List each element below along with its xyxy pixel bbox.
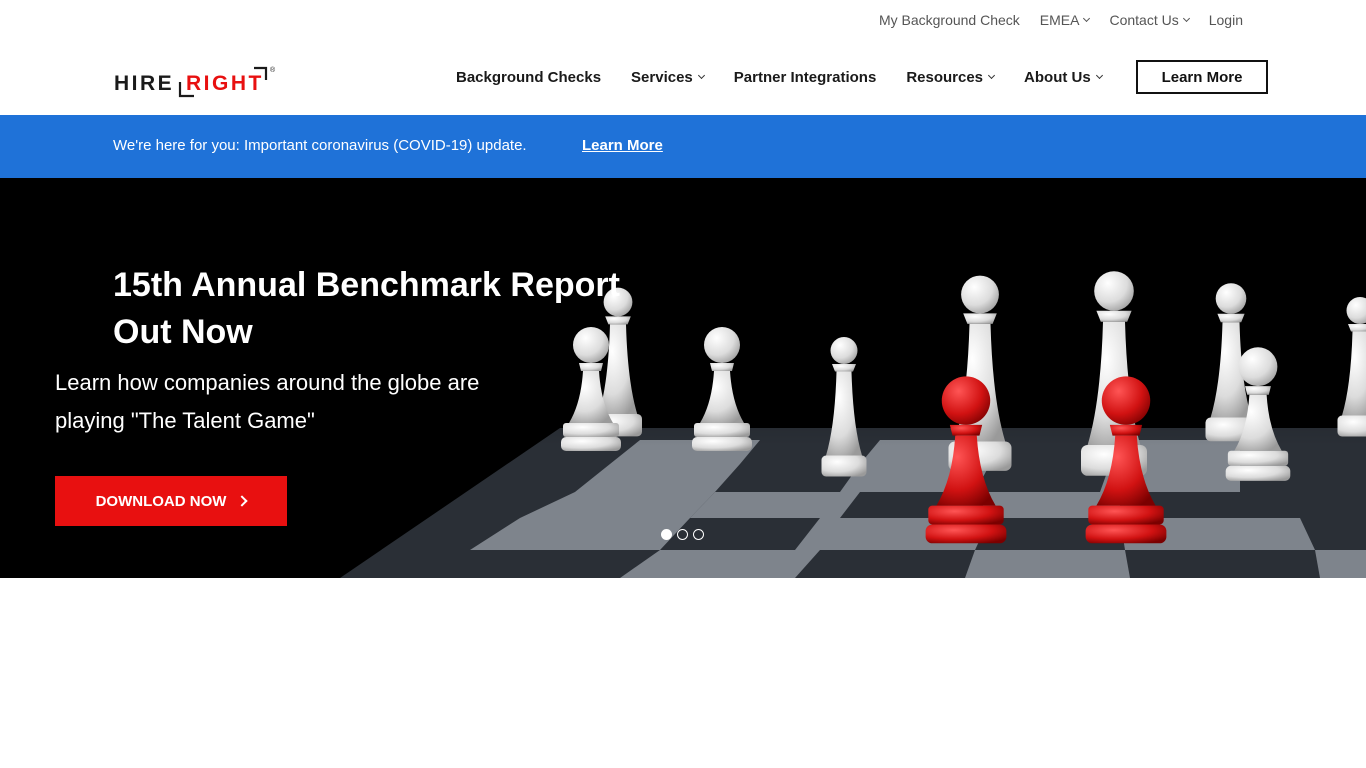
utility-link-login[interactable]: Login [1209,12,1243,28]
main-header: HIRE RIGHT ® Background Checks Services … [0,42,1366,115]
nav-item-about-us[interactable]: About Us [1024,69,1103,86]
chevron-down-icon [1083,14,1091,23]
chevron-down-icon [987,71,996,80]
hero-subtitle: Learn how companies around the globe are… [55,370,480,433]
carousel-dot-1[interactable] [661,529,672,540]
carousel-dots [661,529,704,540]
nav-item-services[interactable]: Services [631,69,705,86]
nav-item-background-checks[interactable]: Background Checks [456,69,601,86]
alert-text: We're here for you: Important coronaviru… [113,137,527,154]
hireright-logo[interactable]: HIRE RIGHT ® [114,64,279,100]
hero-carousel: 15th Annual Benchmark Report Out Now Lea… [0,178,1366,578]
utility-links: My Background Check EMEA Contact Us Logi… [879,12,1243,28]
chevron-right-icon [236,495,249,507]
chevron-down-icon [1182,14,1190,23]
utility-link-my-background-check[interactable]: My Background Check [879,12,1020,28]
logo-text-right: RIGHT [186,72,264,95]
download-now-button[interactable]: DOWNLOAD NOW [55,476,287,526]
covid-alert-banner: We're here for you: Important coronaviru… [0,115,1366,178]
utility-bar: My Background Check EMEA Contact Us Logi… [0,0,1366,42]
learn-more-button[interactable]: Learn More [1136,60,1268,94]
carousel-dot-2[interactable] [677,529,688,540]
utility-link-emea[interactable]: EMEA [1040,12,1091,28]
main-nav: Background Checks Services Partner Integ… [456,60,1132,94]
chevron-down-icon [1095,71,1103,80]
logo-text-hire: HIRE [114,72,174,95]
carousel-dot-3[interactable] [693,529,704,540]
chevron-down-icon [697,71,705,80]
alert-learn-more-link[interactable]: Learn More [582,137,663,154]
hero-title: 15th Annual Benchmark Report Out Now [113,266,620,351]
nav-item-partner-integrations[interactable]: Partner Integrations [734,69,877,86]
utility-link-contact-us[interactable]: Contact Us [1109,12,1190,28]
nav-item-resources[interactable]: Resources [906,69,996,86]
registered-mark: ® [270,66,276,74]
